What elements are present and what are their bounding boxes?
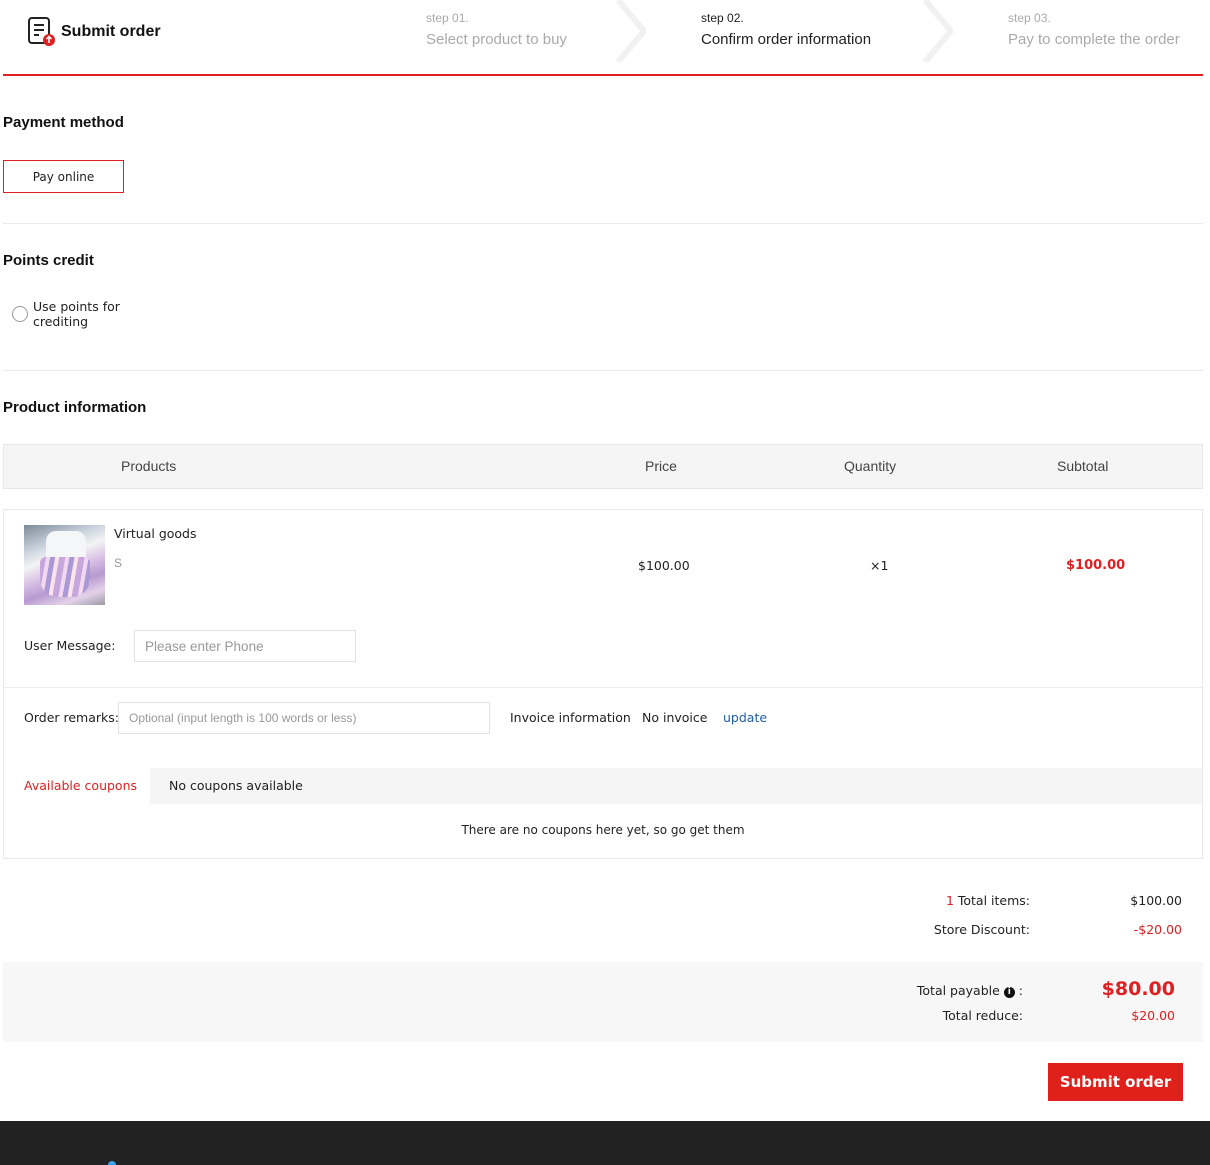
user-message-label: User Message: xyxy=(24,638,116,653)
column-products: Products xyxy=(121,458,177,474)
step-3-label: Pay to complete the order xyxy=(1008,31,1180,48)
step-1: step 01. Select product to buy xyxy=(426,11,567,48)
total-payable-value: $80.00 xyxy=(1101,978,1175,1000)
submit-order-button[interactable]: Submit order xyxy=(1048,1063,1183,1101)
step-3: step 03. Pay to complete the order xyxy=(1008,11,1180,48)
total-items-label: Total items: xyxy=(953,893,1030,908)
coupon-tabs: Available coupons No coupons available xyxy=(4,768,1202,804)
total-payable-text: Total payable xyxy=(916,983,1000,998)
store-discount-label: Store Discount: xyxy=(933,922,1030,937)
page-title: Submit order xyxy=(61,23,161,40)
order-remarks-label: Order remarks: xyxy=(24,710,119,725)
points-credit-title: Points credit xyxy=(3,252,94,269)
coupon-empty-text: There are no coupons here yet, so go get… xyxy=(461,823,745,837)
step-1-num: step 01. xyxy=(426,11,469,25)
product-quantity: ×1 xyxy=(870,558,889,573)
tab-no-coupons[interactable]: No coupons available xyxy=(169,768,303,804)
product-subtotal: $100.00 xyxy=(1066,558,1126,573)
product-price: $100.00 xyxy=(638,558,690,573)
order-doc-icon xyxy=(27,16,57,48)
column-subtotal: Subtotal xyxy=(1057,458,1109,474)
step-1-label: Select product to buy xyxy=(426,31,567,48)
tab-available-coupons[interactable]: Available coupons xyxy=(4,768,150,804)
invoice-update-link[interactable]: update xyxy=(723,710,767,725)
product-spec: S xyxy=(114,556,123,570)
use-points-radio[interactable] xyxy=(12,306,28,322)
step-2-label: Confirm order information xyxy=(701,31,872,48)
use-points-label: Use points for crediting xyxy=(33,299,120,329)
product-table-header: Products Price Quantity Subtotal xyxy=(3,444,1203,489)
product-image[interactable] xyxy=(24,525,105,605)
total-items-row: 1 Total items: xyxy=(946,893,1030,908)
total-payable-label: Total payable i : xyxy=(916,983,1023,998)
footer-logo-icon xyxy=(108,1161,116,1165)
store-discount-value: -$20.00 xyxy=(1133,922,1182,937)
page-footer xyxy=(0,1121,1210,1165)
pay-online-option[interactable]: Pay online xyxy=(3,160,124,193)
total-reduce-label: Total reduce: xyxy=(942,1008,1023,1023)
chevron-right-icon xyxy=(923,0,953,62)
page-header: Submit order step 01. Select product to … xyxy=(3,0,1203,76)
chevron-right-icon xyxy=(616,0,646,62)
order-box: Virtual goods S $100.00 ×1 $100.00 User … xyxy=(3,509,1203,859)
user-message-input[interactable] xyxy=(134,630,356,662)
product-information-title: Product information xyxy=(3,399,147,416)
logo: Submit order xyxy=(27,16,161,48)
column-price: Price xyxy=(645,458,677,474)
total-items-count: 1 xyxy=(945,893,954,908)
divider xyxy=(3,370,1203,371)
divider xyxy=(4,687,1202,688)
payment-method-title: Payment method xyxy=(3,114,124,131)
step-3-num: step 03. xyxy=(1008,11,1051,25)
invoice-label: Invoice information xyxy=(510,710,631,725)
total-items-value: $100.00 xyxy=(1130,893,1182,908)
info-icon[interactable]: i xyxy=(1003,987,1015,998)
divider xyxy=(3,223,1203,224)
order-remarks-input[interactable] xyxy=(118,702,490,734)
step-2: step 02. Confirm order information xyxy=(701,11,871,48)
column-quantity: Quantity xyxy=(844,458,897,474)
product-name[interactable]: Virtual goods xyxy=(114,526,197,541)
total-reduce-value: $20.00 xyxy=(1131,1008,1175,1023)
total-box: Total payable i : $80.00 Total reduce: $2… xyxy=(3,962,1203,1042)
invoice-value: No invoice xyxy=(642,710,708,725)
step-2-num: step 02. xyxy=(701,11,744,25)
